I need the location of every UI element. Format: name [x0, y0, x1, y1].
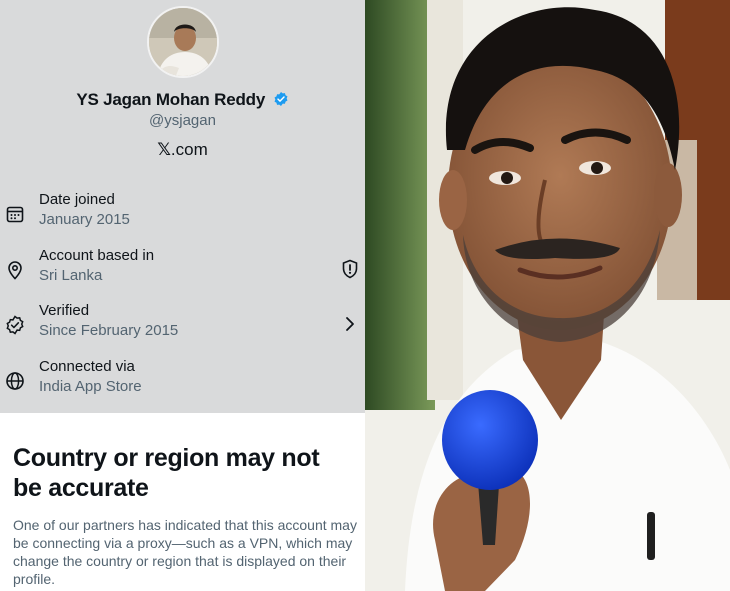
calendar-icon	[5, 204, 25, 224]
detail-value: Since February 2015	[39, 322, 179, 339]
shield-alert-icon[interactable]	[341, 259, 359, 279]
detail-value: India App Store	[39, 378, 142, 395]
detail-verified[interactable]: Verified Since February 2015	[0, 302, 365, 346]
globe-icon	[5, 371, 25, 391]
detail-title: Date joined	[39, 191, 115, 208]
verified-check-icon	[5, 315, 25, 335]
profile-handle[interactable]: @ysjagan	[0, 112, 365, 129]
speaker-photo-image	[365, 0, 730, 591]
avatar[interactable]	[147, 6, 219, 78]
notice-title: Country or region may not be accurate	[13, 444, 320, 502]
verified-badge-icon[interactable]	[273, 91, 289, 112]
chevron-right-icon[interactable]	[341, 314, 359, 334]
profile-about-section: YS Jagan Mohan Reddy @ysjagan 𝕏.com Date…	[0, 0, 365, 413]
profile-name-row: YS Jagan Mohan Reddy	[0, 90, 365, 112]
speaker-photo	[365, 0, 730, 591]
detail-value: Sri Lanka	[39, 267, 103, 284]
profile-screenshot-panel: YS Jagan Mohan Reddy @ysjagan 𝕏.com Date…	[0, 0, 365, 591]
detail-title: Account based in	[39, 247, 155, 264]
detail-title: Verified	[39, 302, 90, 319]
avatar-image	[149, 8, 217, 76]
location-pin-icon	[5, 260, 25, 280]
detail-title: Connected via	[39, 358, 135, 375]
detail-date-joined: Date joined January 2015	[0, 191, 365, 235]
x-logo-icon: 𝕏	[157, 140, 171, 160]
detail-value: January 2015	[39, 211, 130, 228]
detail-connected-via: Connected via India App Store	[0, 358, 365, 402]
profile-name: YS Jagan Mohan Reddy	[76, 90, 266, 109]
notice-body: One of our partners has indicated that t…	[13, 517, 357, 587]
detail-account-based-in: Account based in Sri Lanka	[0, 247, 365, 291]
site-suffix: .com	[170, 140, 208, 159]
site-label: 𝕏.com	[0, 140, 365, 160]
